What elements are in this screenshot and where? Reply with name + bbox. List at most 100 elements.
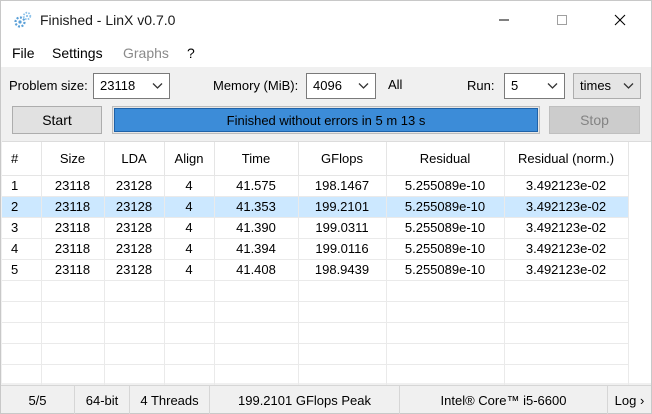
empty-cell: [504, 322, 629, 344]
empty-cell: [298, 322, 387, 344]
empty-row: [2, 280, 629, 302]
table-cell: 3: [2, 217, 42, 239]
table-cell: 2: [2, 196, 42, 218]
menu-help[interactable]: ?: [187, 45, 195, 61]
empty-cell: [504, 343, 629, 365]
gear-cogs-icon: [14, 11, 32, 28]
empty-cell: [41, 301, 105, 323]
progress-text: Finished without errors in 5 m 13 s: [226, 112, 426, 128]
progress-bar: Finished without errors in 5 m 13 s: [112, 106, 540, 134]
table-row[interactable]: 3 23118 23128 4 41.390 199.0311 5.255089e-10 3.…: [2, 217, 629, 239]
memory-value: 4096: [313, 78, 342, 93]
empty-cell: [104, 322, 165, 344]
table-cell: 23128: [104, 175, 165, 197]
column-header[interactable]: Residual (norm.): [504, 142, 629, 176]
table-cell: 41.394: [214, 238, 299, 260]
empty-cell: [41, 280, 105, 302]
close-icon: [614, 14, 626, 26]
empty-cell: [41, 322, 105, 344]
start-button[interactable]: Start: [12, 106, 102, 134]
empty-row: [2, 343, 629, 365]
progress-fill: Finished without errors in 5 m 13 s: [114, 108, 538, 132]
empty-cell: [298, 280, 387, 302]
table-row[interactable]: 4 23118 23128 4 41.394 199.0116 5.255089e-10 3.…: [2, 238, 629, 260]
table-cell: 4: [164, 259, 215, 281]
empty-row: [2, 364, 629, 386]
menu-settings[interactable]: Settings: [52, 45, 103, 61]
table-cell: 3.492123e-02: [504, 259, 629, 281]
status-peak-gflops: 199.2101 GFlops Peak: [210, 386, 400, 414]
table-cell: 23128: [104, 238, 165, 260]
memory-label: Memory (MiB):: [213, 78, 299, 93]
memory-combo[interactable]: 4096: [306, 73, 376, 99]
menu-bar: File Settings Graphs ?: [1, 39, 651, 67]
minimize-icon: [499, 19, 509, 21]
table-cell: 41.353: [214, 196, 299, 218]
empty-cell: [2, 301, 42, 323]
stop-button[interactable]: Stop: [549, 106, 640, 134]
table-cell: 4: [164, 175, 215, 197]
table-cell: 3.492123e-02: [504, 238, 629, 260]
problem-size-label: Problem size:: [9, 78, 88, 93]
menu-file[interactable]: File: [12, 45, 35, 61]
empty-cell: [214, 280, 299, 302]
table-cell: 5: [2, 259, 42, 281]
empty-cell: [164, 301, 215, 323]
column-header[interactable]: Size: [41, 142, 105, 176]
table-cell: 3.492123e-02: [504, 196, 629, 218]
menu-graphs[interactable]: Graphs: [123, 45, 169, 61]
table-row[interactable]: 1 23118 23128 4 41.575 198.1467 5.255089e-10 3.…: [2, 175, 629, 197]
problem-size-combo[interactable]: 23118: [93, 73, 170, 99]
run-unit-value: times: [580, 78, 612, 93]
column-header[interactable]: GFlops: [298, 142, 387, 176]
status-threads: 4 Threads: [130, 386, 210, 414]
empty-cell: [104, 301, 165, 323]
empty-cell: [504, 301, 629, 323]
column-header[interactable]: Align: [164, 142, 215, 176]
problem-size-value: 23118: [100, 78, 136, 93]
maximize-button[interactable]: [533, 1, 591, 39]
column-header[interactable]: Residual: [386, 142, 505, 176]
empty-cell: [2, 322, 42, 344]
chevron-down-icon: [152, 83, 163, 89]
table-cell: 23118: [41, 175, 105, 197]
table-cell: 4: [164, 196, 215, 218]
table-cell: 199.2101: [298, 196, 387, 218]
table-row[interactable]: 5 23118 23128 4 41.408 198.9439 5.255089e-10 3.…: [2, 259, 629, 281]
all-memory-label[interactable]: All: [388, 77, 402, 92]
column-header[interactable]: LDA: [104, 142, 165, 176]
empty-cell: [2, 343, 42, 365]
empty-cell: [386, 343, 505, 365]
log-button[interactable]: Log ›: [608, 386, 651, 414]
empty-cell: [41, 364, 105, 386]
table-cell: 23118: [41, 238, 105, 260]
table-cell: 199.0311: [298, 217, 387, 239]
empty-cell: [298, 301, 387, 323]
empty-row: [2, 301, 629, 323]
empty-cell: [2, 280, 42, 302]
table-cell: 4: [2, 238, 42, 260]
linx-window: Finished - LinX v0.7.0 File Settings Gra…: [0, 0, 652, 414]
table-cell: 41.390: [214, 217, 299, 239]
table-cell: 41.408: [214, 259, 299, 281]
empty-cell: [164, 280, 215, 302]
empty-cell: [386, 301, 505, 323]
run-count-combo[interactable]: 5: [504, 73, 565, 99]
empty-cell: [214, 322, 299, 344]
table-cell: 23118: [41, 259, 105, 281]
table-cell: 199.0116: [298, 238, 387, 260]
table-row[interactable]: 2 23118 23128 4 41.353 199.2101 5.255089e-10 3.…: [2, 196, 629, 218]
maximize-icon: [557, 15, 567, 25]
status-architecture: 64-bit: [75, 386, 130, 414]
empty-cell: [104, 343, 165, 365]
table-cell: 23128: [104, 196, 165, 218]
run-count-value: 5: [511, 78, 519, 93]
close-button[interactable]: [591, 1, 649, 39]
run-unit-combo[interactable]: times: [573, 73, 641, 99]
minimize-button[interactable]: [475, 1, 533, 39]
column-header[interactable]: Time: [214, 142, 299, 176]
column-header[interactable]: #: [2, 142, 42, 176]
title-bar: Finished - LinX v0.7.0: [1, 1, 651, 39]
empty-cell: [386, 364, 505, 386]
table-cell: 5.255089e-10: [386, 238, 505, 260]
